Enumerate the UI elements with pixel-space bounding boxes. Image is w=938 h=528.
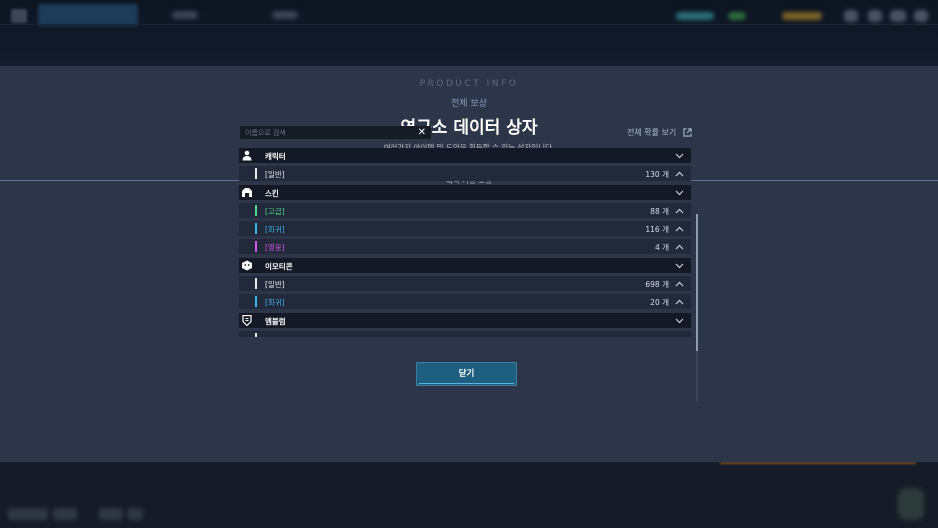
reward-item-row[interactable]: [일반] 130 개 — [239, 166, 691, 181]
reward-item-row[interactable]: [일반] 698 개 — [239, 276, 691, 291]
reward-item-row[interactable]: [희귀] 20 개 — [239, 294, 691, 309]
chevron-up-icon[interactable] — [675, 171, 684, 177]
category-name: 엠블럼 — [265, 317, 286, 326]
currency-badge — [676, 12, 714, 20]
chevron-up-icon[interactable] — [675, 208, 684, 214]
background-tab — [272, 11, 298, 19]
category-row-skin[interactable]: 스킨 — [239, 185, 691, 200]
item-count: 20 개 — [650, 298, 669, 307]
chevron-down-icon[interactable] — [675, 190, 684, 196]
background-tab — [38, 4, 138, 26]
currency-badge — [728, 12, 746, 20]
view-all-probability-link[interactable]: 전체 확률 보기 — [627, 127, 692, 138]
modal-subtitle: 전체 보상 — [451, 99, 487, 109]
rarity-label: [영웅] — [265, 243, 285, 252]
search-input[interactable]: 이름으로 검색 ✕ — [240, 126, 431, 139]
item-count: 130 개 — [645, 170, 669, 179]
reward-item-row[interactable]: [고급] 88 개 — [239, 203, 691, 218]
category-name: 스킨 — [265, 189, 279, 198]
background-top-bar — [0, 0, 938, 66]
settings-icon — [868, 10, 882, 22]
rarity-label: [고급] — [265, 207, 285, 216]
background-pill — [127, 508, 143, 520]
close-icon[interactable]: ✕ — [418, 126, 426, 139]
rarity-bar — [255, 241, 257, 252]
character-icon — [242, 150, 252, 161]
chevron-up-icon[interactable] — [675, 281, 684, 287]
rarity-label: [희귀] — [265, 225, 285, 234]
category-row-character[interactable]: 캐릭터 — [239, 148, 691, 163]
background-accent-line — [720, 462, 916, 464]
background-tab — [172, 11, 198, 19]
rarity-bar — [255, 333, 257, 337]
reward-item-row[interactable] — [239, 331, 691, 337]
rarity-bar — [255, 168, 257, 179]
chevron-up-icon[interactable] — [675, 226, 684, 232]
button-underline — [419, 383, 514, 384]
reward-item-row[interactable]: [희귀] 116 개 — [239, 221, 691, 236]
category-name: 캐릭터 — [265, 152, 286, 161]
skin-icon — [242, 188, 252, 197]
rarity-label: [희귀] — [265, 298, 285, 307]
rarity-label: [일반] — [265, 170, 285, 179]
item-count: 116 개 — [645, 225, 669, 234]
close-button[interactable]: 닫기 — [416, 362, 517, 386]
chevron-up-icon[interactable] — [675, 244, 684, 250]
rarity-bar — [255, 296, 257, 307]
modal-eyebrow: PRODUCT INFO — [419, 79, 519, 89]
category-row-emoticon[interactable]: 이모티콘 — [239, 258, 691, 273]
reward-list[interactable]: 캐릭터 [일반] 130 개 스킨 [고급] 88 개 [희귀] 116 개 [… — [239, 148, 692, 337]
rarity-label: [일반] — [265, 280, 285, 289]
menu-icon — [914, 10, 928, 22]
home-icon — [11, 9, 27, 23]
view-all-label: 전체 확률 보기 — [627, 128, 677, 137]
background-divider — [0, 24, 938, 25]
external-link-icon — [683, 128, 692, 137]
scrollbar-thumb[interactable] — [696, 214, 698, 351]
rarity-bar — [255, 223, 257, 234]
background-pill — [8, 508, 48, 520]
profile-icon — [890, 10, 906, 22]
reward-item-row[interactable]: [영웅] 4 개 — [239, 239, 691, 254]
emblem-icon — [242, 315, 252, 326]
item-count: 88 개 — [650, 207, 669, 216]
modal-title: 연구소 데이터 상자 — [400, 118, 538, 138]
rarity-bar — [255, 205, 257, 216]
character-avatar — [898, 488, 924, 520]
emoticon-icon — [242, 260, 252, 271]
item-count: 4 개 — [654, 243, 669, 252]
chevron-down-icon[interactable] — [675, 318, 684, 324]
search-placeholder: 이름으로 검색 — [245, 129, 286, 137]
category-name: 이모티콘 — [265, 262, 293, 271]
chevron-down-icon[interactable] — [675, 153, 684, 159]
chevron-down-icon[interactable] — [675, 263, 684, 269]
currency-badge — [782, 12, 822, 20]
category-row-emblem[interactable]: 엠블럼 — [239, 313, 691, 328]
close-button-label: 닫기 — [458, 369, 475, 379]
chevron-up-icon[interactable] — [675, 299, 684, 305]
background-pill — [53, 508, 77, 520]
background-bottom-bar — [0, 462, 938, 528]
rarity-bar — [255, 278, 257, 289]
item-count: 698 개 — [645, 280, 669, 289]
mail-icon — [844, 10, 858, 22]
background-pill — [99, 508, 123, 520]
